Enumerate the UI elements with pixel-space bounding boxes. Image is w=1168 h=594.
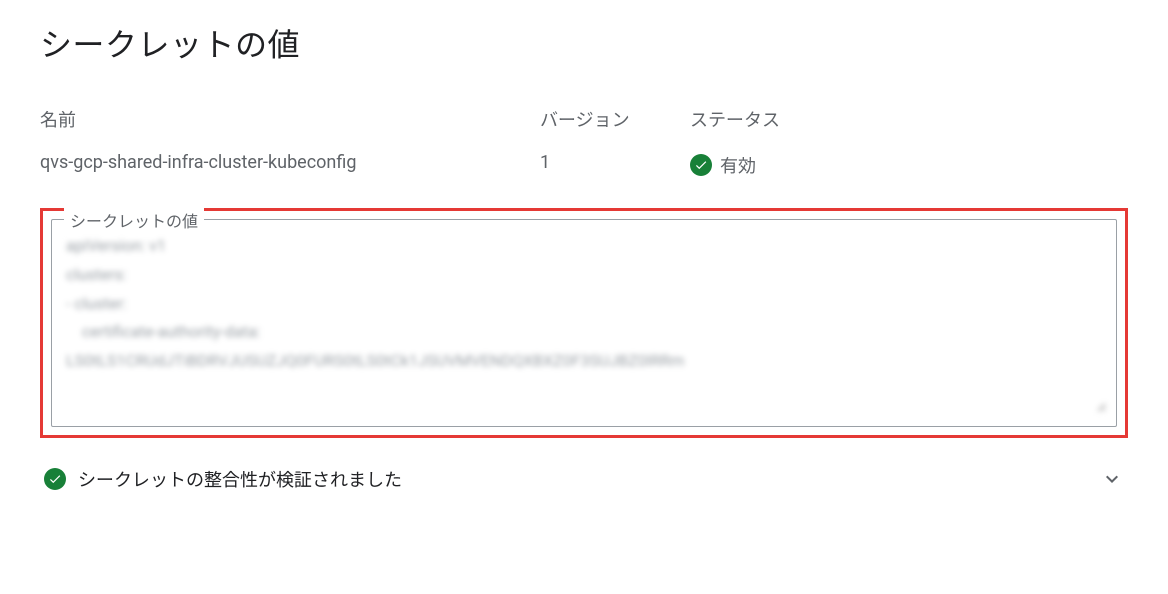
secret-fieldset-legend: シークレットの値 (64, 208, 204, 232)
name-label: 名前 (40, 106, 540, 132)
integrity-text: シークレットの整合性が検証されました (78, 466, 1088, 492)
chevron-down-icon[interactable] (1100, 467, 1124, 491)
version-value: 1 (540, 152, 690, 173)
meta-row: 名前 qvs-gcp-shared-infra-cluster-kubeconf… (40, 106, 1128, 178)
integrity-row[interactable]: シークレットの整合性が検証されました (40, 458, 1128, 500)
name-value: qvs-gcp-shared-infra-cluster-kubeconfig (40, 152, 540, 173)
version-label: バージョン (540, 106, 690, 132)
secret-fieldset: シークレットの値 (51, 219, 1117, 427)
status-value: 有効 (720, 152, 756, 178)
page-title: シークレットの値 (40, 20, 1128, 66)
check-circle-icon (690, 154, 712, 176)
secret-value-textarea[interactable] (62, 232, 1106, 412)
highlight-box: シークレットの値 (40, 208, 1128, 438)
status-label: ステータス (690, 106, 890, 132)
check-circle-icon (44, 468, 66, 490)
